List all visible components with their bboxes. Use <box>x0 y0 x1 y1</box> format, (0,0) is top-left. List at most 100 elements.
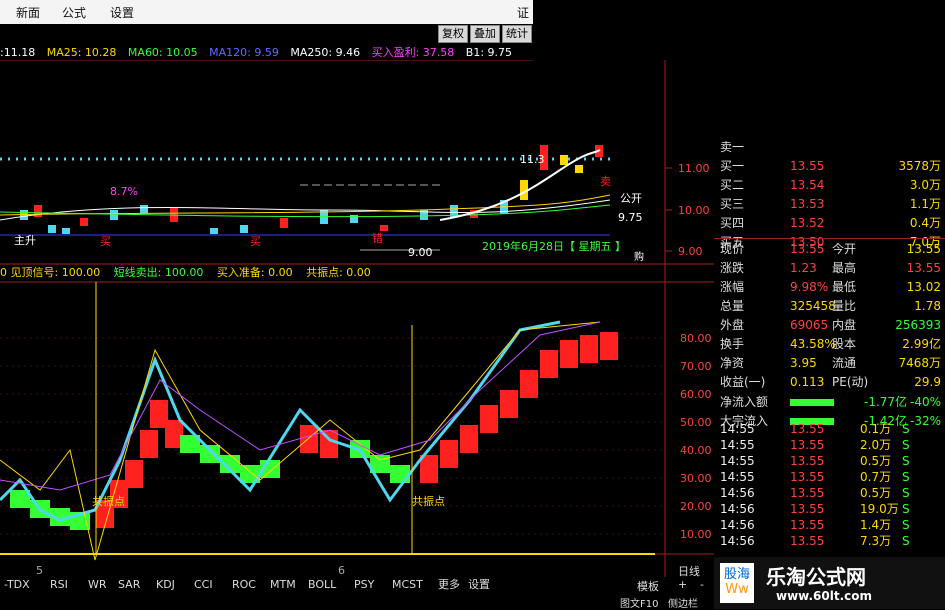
restore-rights-button[interactable]: 复权 <box>438 25 468 43</box>
stats-button[interactable]: 统计 <box>502 25 532 43</box>
order-book-label: 买一 <box>720 159 745 173</box>
stat-label: 总量 <box>720 299 745 313</box>
indicator-tab[interactable]: -TDX <box>2 577 32 592</box>
osc-tick-label: 50.00 <box>680 416 712 429</box>
watermark-logo-left: 股海 Ww <box>720 563 754 603</box>
stat-label-2: 内盘 <box>832 318 857 332</box>
candle <box>280 218 288 228</box>
overlay-button[interactable]: 叠加 <box>470 25 500 43</box>
zoom-out-button[interactable]: - <box>700 578 704 591</box>
candlestick-series <box>20 145 603 234</box>
f10-tab[interactable]: 图文F10 <box>620 595 658 610</box>
order-book-label: 卖一 <box>720 140 745 154</box>
stat-label: 涨幅 <box>720 280 745 294</box>
order-book-price: 13.53 <box>790 197 825 211</box>
osc-tick-label: 70.00 <box>680 360 712 373</box>
stat-row: 涨幅 9.98% 最低 13.02 <box>714 278 945 297</box>
order-book-label: 买二 <box>720 178 745 192</box>
order-book-label: 买四 <box>720 216 745 230</box>
buy-ready-value: 买入准备: 0.00 <box>216 266 293 279</box>
tick-time: 14:55 <box>720 470 755 484</box>
stat-value: 0.113 <box>790 375 825 389</box>
tick-time: 14:56 <box>720 502 755 516</box>
watermark: 股海 Ww 乐淘公式网 www.60lt.com <box>714 557 945 609</box>
tick-row: 14:55 13.55 2.0万 S <box>714 437 945 453</box>
main-rise-label: 主升 <box>14 234 36 247</box>
watermark-name: 乐淘公式网 <box>766 565 866 589</box>
pin-label: 购 <box>634 250 644 263</box>
candle <box>560 155 568 165</box>
template-button[interactable]: 模板 <box>637 578 659 594</box>
indicator-tab[interactable]: CCI <box>192 577 215 592</box>
tick-volume: 7.3万 <box>860 534 892 548</box>
stat-label: 净资 <box>720 356 745 370</box>
osc-bar-red <box>540 350 558 378</box>
quote-panel: 卖一 买一 13.55 3578万 买二 13.54 3.0万 买三 13.53 1.1万 买四 13… <box>714 138 945 609</box>
indicator-row: 0 见顶信号: 100.00 短线卖出: 100.00 买入准备: 0.00 共… <box>0 264 520 280</box>
stat-label-2: 股本 <box>832 337 857 351</box>
indicator-tab[interactable]: MCST <box>390 577 425 592</box>
stat-label: 外盘 <box>720 318 745 332</box>
tick-volume: 1.4万 <box>860 518 892 532</box>
order-book-label: 买三 <box>720 197 745 211</box>
tick-volume: 2.0万 <box>860 438 892 452</box>
indicator-tab[interactable]: MTM <box>268 577 298 592</box>
tick-side: S <box>902 518 910 532</box>
tick-time: 14:55 <box>720 454 755 468</box>
indicator-tab[interactable]: PSY <box>352 577 376 592</box>
osc-tick-label: 60.00 <box>680 388 712 401</box>
osc-bar-red <box>420 455 438 483</box>
price-axis: 11.00 10.00 9.00 <box>665 162 710 258</box>
tick-time: 14:56 <box>720 518 755 532</box>
indicator-tab[interactable]: 设置 <box>466 577 492 592</box>
flow-row: 净流入额 -1.77亿 -40% <box>714 393 945 412</box>
b1-value: B1: 9.75 <box>465 46 513 59</box>
stat-value: 43.58% <box>790 337 836 351</box>
resonance-label-1: 共振点 <box>92 494 125 508</box>
stat-value: 9.98% <box>790 280 829 294</box>
ma60-value: MA60: 10.05 <box>127 46 198 59</box>
low-label: 9.00 <box>408 246 433 259</box>
order-book-volume: 3578万 <box>898 159 941 173</box>
indicator-tab[interactable]: BOLL <box>306 577 338 592</box>
sidebar-tab[interactable]: 侧边栏 <box>668 595 698 610</box>
order-book-volume: 1.1万 <box>909 197 941 211</box>
indicator-tab[interactable]: 更多 <box>436 577 462 592</box>
menu-item-formula[interactable]: 公式 <box>62 4 86 21</box>
tick-row: 14:56 13.55 7.3万 S <box>714 533 945 549</box>
zoom-in-button[interactable]: + <box>678 578 687 591</box>
tick-side: S <box>902 454 910 468</box>
order-book-row: 买三 13.53 1.1万 <box>714 195 945 214</box>
moving-average-row: :11.18 MA25: 10.28 MA60: 10.05 MA120: 9.… <box>0 44 533 60</box>
indicator-tab[interactable]: KDJ <box>154 577 177 592</box>
stat-value-2: 29.9 <box>914 375 941 389</box>
tick-price: 13.55 <box>790 502 825 516</box>
stat-row: 外盘 69065 内盘 256393 <box>714 316 945 335</box>
stat-row: 总量 325458 量比 1.78 <box>714 297 945 316</box>
stat-label: 现价 <box>720 242 745 256</box>
osc-tick-label: 20.00 <box>680 500 712 513</box>
menu-item-new[interactable]: 新面 <box>16 4 40 21</box>
order-book-row: 买一 13.55 3578万 <box>714 157 945 176</box>
order-book-price: 13.55 <box>790 159 825 173</box>
price-tick-label: 11.00 <box>678 162 710 175</box>
candle <box>380 225 388 231</box>
indicator-tab[interactable]: WR <box>86 577 109 592</box>
buy-profit-value: 买入盈利: 37.58 <box>371 46 455 59</box>
chart-area: 8.7% 11.3 2019年6月28日【 星期五 】 9.00 9.75 公开… <box>0 60 714 577</box>
ma120-value: MA120: 9.59 <box>209 46 279 59</box>
menu-item-settings[interactable]: 设置 <box>110 4 134 21</box>
period-label[interactable]: 日线 <box>678 563 700 579</box>
stat-value: 325458 <box>790 299 836 313</box>
indicator-tab[interactable]: SAR <box>116 577 142 592</box>
indicator-tab[interactable]: ROC <box>230 577 258 592</box>
stat-value: 1.23 <box>790 261 817 275</box>
osc-bar-green <box>200 445 220 463</box>
osc-bar-red <box>560 340 578 368</box>
tick-side: S <box>902 534 910 548</box>
stat-label-2: PE(动) <box>832 375 869 389</box>
indicator-tab[interactable]: RSI <box>48 577 70 592</box>
ma25-value: MA25: 10.28 <box>46 46 117 59</box>
high-label: 11.3 <box>520 153 545 166</box>
menu-item-right[interactable]: 证 <box>517 4 529 21</box>
